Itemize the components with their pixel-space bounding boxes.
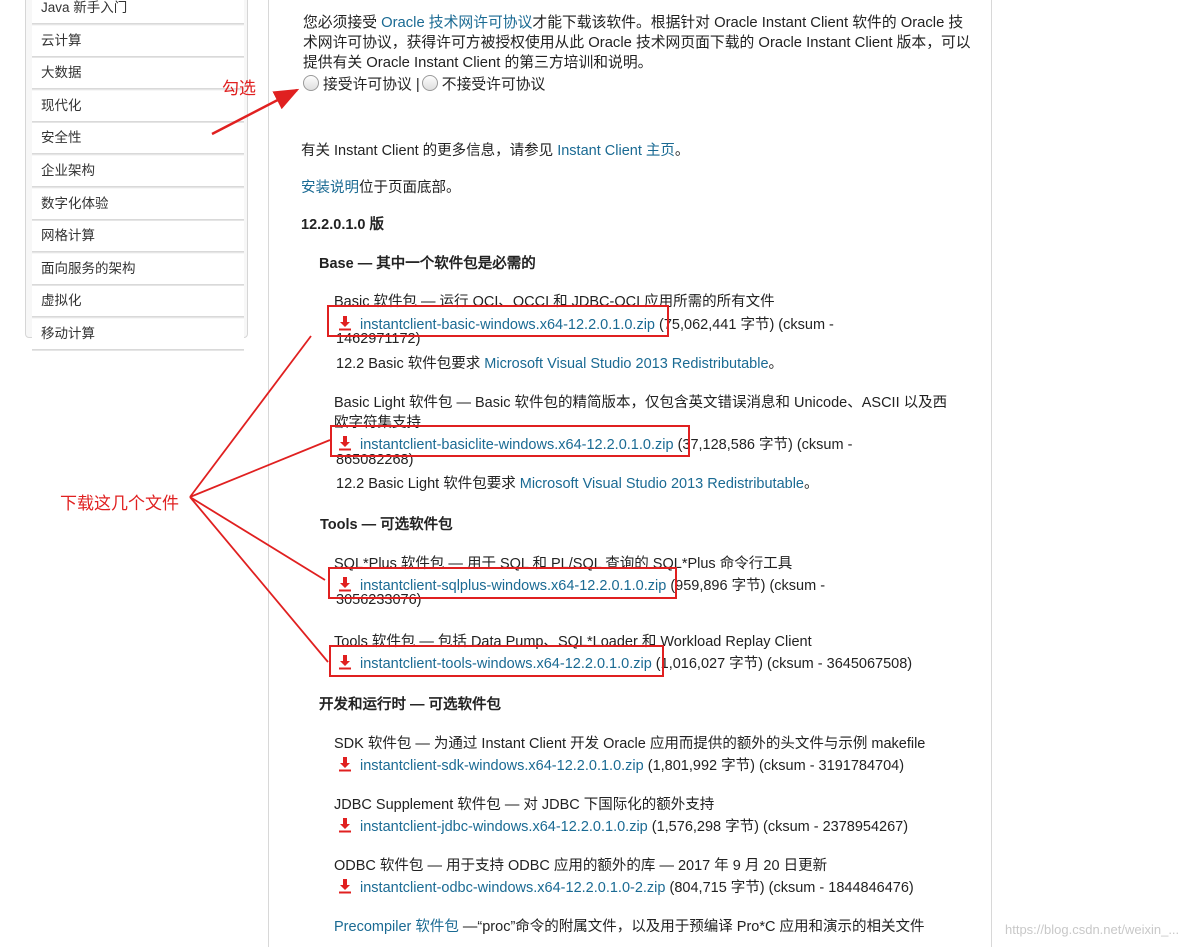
watermark: https://blog.csdn.net/weixin_... bbox=[1005, 922, 1180, 937]
line-to-tools bbox=[189, 496, 329, 663]
line-to-sqlplus bbox=[189, 496, 326, 581]
annotation-arrows bbox=[189, 88, 331, 663]
arrow-to-accept-radio bbox=[211, 88, 300, 136]
